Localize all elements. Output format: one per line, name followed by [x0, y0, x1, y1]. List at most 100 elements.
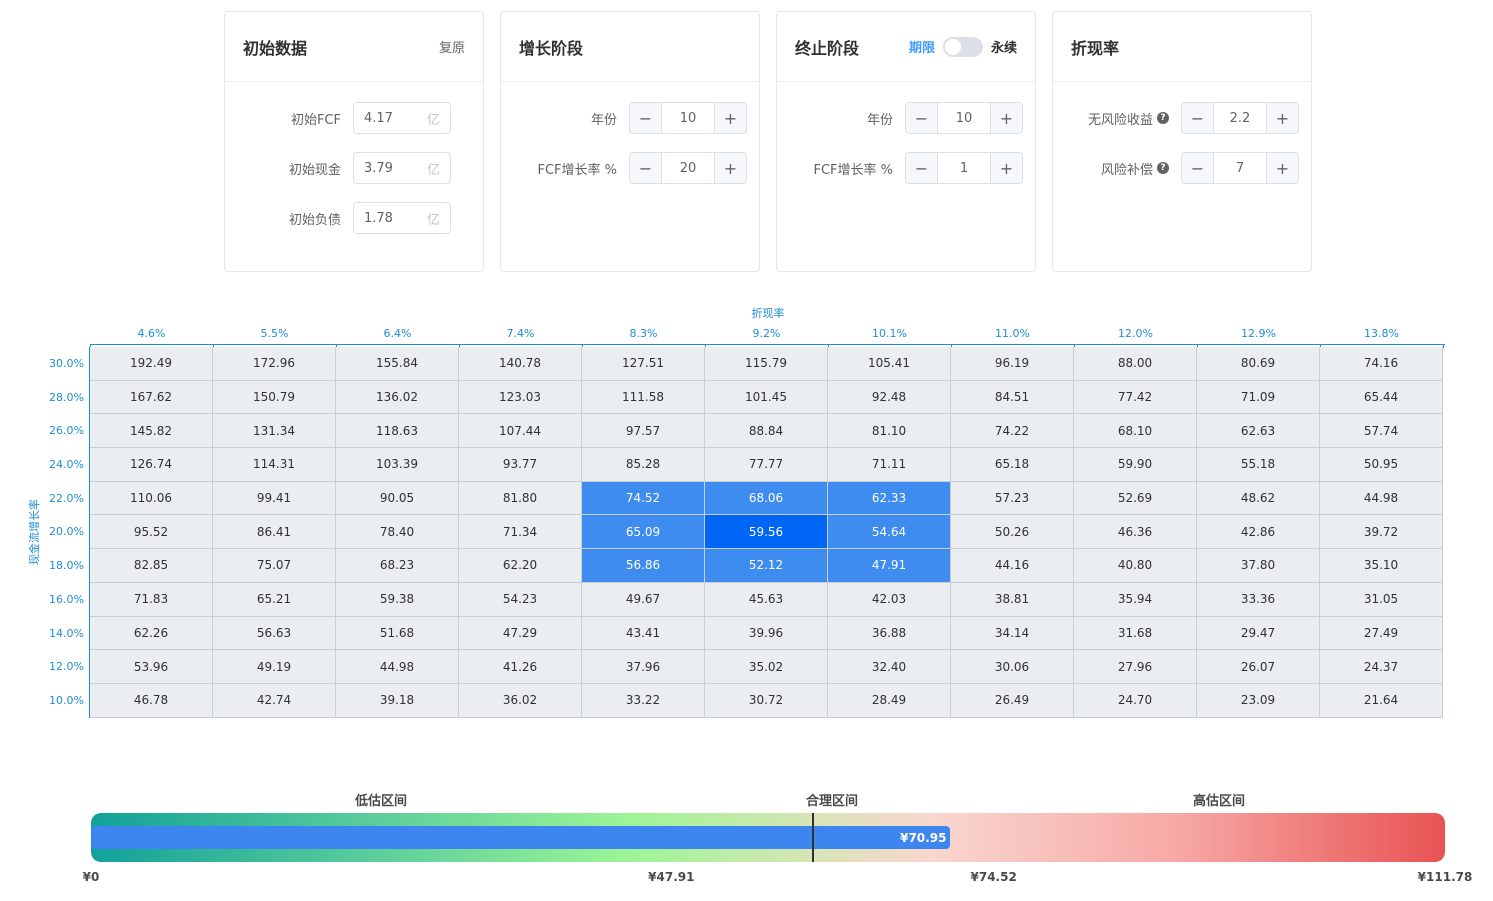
risk-premium-label: 风险补偿	[1100, 162, 1153, 178]
mode-finite-label[interactable]: 期限	[909, 37, 935, 56]
stepper-value[interactable]: 10	[662, 103, 714, 133]
heatmap-cell: 45.63	[705, 582, 828, 617]
terminal-stage-header: 终止阶段 期限 永续	[777, 12, 1035, 82]
increment-button[interactable]: +	[1266, 103, 1298, 133]
heatmap-cell: 65.21	[213, 582, 336, 617]
sensitivity-heatmap: 折现率 4.6% 5.5% 6.4% 7.4% 8.3% 9.2% 10.1% 11.0% 12…	[0, 300, 1493, 730]
y-tick-label: 16.0%	[49, 592, 84, 606]
heatmap-cell: 62.20	[459, 549, 582, 583]
heatmap-cell: 101.45	[705, 380, 828, 415]
heatmap-cell: 126.74	[90, 448, 213, 482]
heatmap-cell: 88.00	[1074, 347, 1197, 381]
x-tick-label: 5.5%	[260, 327, 289, 340]
stepper-value[interactable]: 1	[938, 153, 990, 183]
field-label: 初始现金	[288, 162, 341, 178]
decrement-button[interactable]: −	[630, 103, 662, 133]
decrement-button[interactable]: −	[1182, 103, 1214, 133]
heatmap-cell: 56.86	[582, 549, 705, 583]
heatmap-cell: 47.29	[459, 616, 582, 651]
initial-fcf-input[interactable]: 4.17 亿	[353, 102, 451, 134]
decrement-button[interactable]: −	[906, 153, 938, 183]
heatmap-cell: 29.47	[1197, 616, 1320, 651]
terminal-stage-body: 年份 − 10 + FCF增长率 % − 1 +	[777, 82, 1035, 184]
stepper-value[interactable]: 20	[662, 153, 714, 183]
heatmap-cell: 95.52	[90, 515, 213, 550]
initial-cash-input[interactable]: 3.79 亿	[353, 152, 451, 184]
heatmap-cell: 54.23	[459, 582, 582, 617]
current-price-bar: ¥70.95	[91, 826, 951, 849]
heatmap-cell: 65.18	[951, 448, 1074, 482]
increment-button[interactable]: +	[990, 103, 1022, 133]
fair-zone-label: 合理区间	[805, 794, 859, 809]
y-tick-label: 24.0%	[49, 458, 84, 472]
heatmap-cell: 136.02	[336, 380, 459, 415]
initial-debt-input[interactable]: 1.78 亿	[353, 202, 451, 234]
decrement-button[interactable]: −	[630, 153, 662, 183]
y-tick-label: 12.0%	[49, 660, 84, 674]
field-row: 年份 − 10 +	[777, 102, 1035, 134]
field-label: 风险补偿 ?	[1053, 159, 1181, 178]
increment-button[interactable]: +	[714, 103, 746, 133]
price-tick-label: ¥0	[82, 870, 100, 884]
heatmap-cell: 27.96	[1074, 650, 1197, 684]
heatmap-cell: 24.37	[1320, 650, 1443, 684]
stepper-value[interactable]: 7	[1214, 153, 1266, 183]
heatmap-cell: 86.41	[213, 515, 336, 550]
x-tick-label: 6.4%	[383, 327, 412, 340]
increment-button[interactable]: +	[1266, 153, 1298, 183]
discount-rate-card: 折现率 无风险收益 ? − 2.2 + 风险补偿 ? − 7 +	[1052, 11, 1312, 272]
increment-button[interactable]: +	[990, 153, 1022, 183]
heatmap-cell: 35.10	[1320, 549, 1443, 583]
heatmap-cell: 50.95	[1320, 448, 1443, 482]
heatmap-cell: 23.09	[1197, 683, 1320, 718]
heatmap-cell: 44.16	[951, 549, 1074, 583]
field-row: 风险补偿 ? − 7 +	[1053, 152, 1311, 184]
heatmap-cell: 115.79	[705, 347, 828, 381]
heatmap-cell: 107.44	[459, 414, 582, 449]
heatmap-cell: 71.34	[459, 515, 582, 550]
heatmap-cell: 39.96	[705, 616, 828, 651]
heatmap-grid: 192.49 172.96 155.84 140.78 127.51 115.79 105.…	[90, 347, 1443, 718]
terminal-mode-switch: 期限 永续	[909, 36, 1017, 57]
decrement-button[interactable]: −	[906, 103, 938, 133]
heatmap-cell: 24.70	[1074, 683, 1197, 718]
risk-free-label: 无风险收益	[1087, 112, 1153, 128]
x-axis-labels: 4.6% 5.5% 6.4% 7.4% 8.3% 9.2% 10.1% 11.0% 12.0% 1…	[90, 327, 1443, 340]
heatmap-cell: 30.06	[951, 650, 1074, 684]
increment-button[interactable]: +	[714, 153, 746, 183]
x-tick-label: 8.3%	[629, 327, 658, 340]
stepper-value[interactable]: 2.2	[1214, 103, 1266, 133]
heatmap-cell: 48.62	[1197, 481, 1320, 516]
heatmap-cell: 74.52	[582, 481, 705, 516]
initial-data-header: 初始数据 复原	[225, 12, 483, 82]
decrement-button[interactable]: −	[1182, 153, 1214, 183]
overvalued-zone-label: 高估区间	[1192, 794, 1246, 809]
heatmap-cell: 74.22	[951, 414, 1074, 449]
mode-toggle[interactable]	[942, 36, 983, 57]
input-value: 1.78	[364, 210, 393, 226]
field-row: FCF增长率 % − 1 +	[777, 152, 1035, 184]
heatmap-cell: 55.18	[1197, 448, 1320, 482]
stepper-value[interactable]: 10	[938, 103, 990, 133]
heatmap-cell: 62.33	[828, 481, 951, 516]
input-value: 3.79	[364, 160, 393, 176]
help-icon[interactable]: ?	[1157, 162, 1169, 174]
heatmap-cell: 62.63	[1197, 414, 1320, 449]
card-title: 初始数据	[243, 38, 308, 58]
heatmap-cell: 59.56	[705, 515, 828, 550]
fair-value-marker	[812, 813, 815, 862]
field-label: 无风险收益 ?	[1053, 109, 1181, 128]
heatmap-cell: 43.41	[582, 616, 705, 651]
heatmap-cell: 192.49	[90, 347, 213, 381]
heatmap-cell: 52.69	[1074, 481, 1197, 516]
heatmap-cell: 88.84	[705, 414, 828, 449]
help-icon[interactable]: ?	[1157, 112, 1169, 124]
x-tick-label: 13.8%	[1364, 327, 1399, 340]
reset-button[interactable]: 复原	[439, 37, 465, 56]
heatmap-cell: 33.36	[1197, 582, 1320, 617]
heatmap-cell: 39.18	[336, 683, 459, 718]
mode-perpetual-label[interactable]: 永续	[991, 37, 1017, 56]
heatmap-cell: 56.63	[213, 616, 336, 651]
price-tick-label: ¥74.52	[970, 870, 1017, 884]
heatmap-cell: 103.39	[336, 448, 459, 482]
